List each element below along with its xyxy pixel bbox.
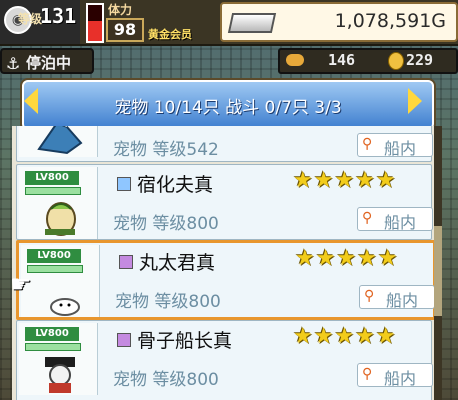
pet-name: 骨子船长真: [137, 330, 233, 352]
fish-value: 146: [328, 51, 356, 69]
fish-icon: [286, 54, 304, 66]
level-badge: LV800: [27, 249, 81, 263]
pet-card[interactable]: LV800 骨子船长真 ★★★★★ 宠物 等级800 ⚲ 船内: [16, 320, 433, 400]
magnifier-icon: ⚲: [362, 136, 373, 152]
pet-portrait: LV800: [19, 167, 98, 239]
silver-ingot-icon: [227, 13, 277, 33]
location-button[interactable]: ⚲ 船内: [357, 207, 433, 232]
pointing-hand-icon: ☛: [10, 270, 32, 298]
pet-card[interactable]: 宠物 等级542 ⚲ 船内: [16, 126, 433, 162]
next-page-arrow-icon[interactable]: [408, 88, 422, 114]
level-gauge: [25, 187, 81, 195]
pet-level-text: 宠物 等级800: [113, 370, 219, 390]
pet-portrait: LV800: [21, 245, 100, 317]
level-badge: LV800: [25, 327, 79, 341]
stamina-gauge: [86, 3, 104, 43]
pet-level-text: 宠物 等级542: [113, 140, 219, 160]
stamina-label: 体力: [108, 3, 133, 17]
gold-panel[interactable]: 1,078,591G: [220, 2, 458, 42]
coin-icon: [388, 52, 404, 70]
stamina-value: 98: [106, 18, 144, 42]
shark-creature-icon: [37, 126, 83, 155]
pet-name: 丸太君真: [139, 252, 216, 274]
pet-list[interactable]: 宠物 等级542 ⚲ 船内 LV800 宿化夫真 ★★★★★ 宠物 等级800 …: [12, 126, 436, 400]
skeleton-captain-icon: [45, 357, 75, 393]
ship-status: ⚓ 停泊中: [0, 48, 94, 74]
pet-level-text: 宠物 等级800: [113, 214, 219, 234]
rank-value: 131: [40, 4, 77, 28]
location-text: 船内: [384, 213, 417, 232]
location-button[interactable]: ⚲ 船内: [359, 285, 435, 310]
rating-stars: ★★★★★: [295, 246, 399, 271]
location-text: 船内: [384, 139, 417, 158]
seal-creature-icon: [50, 298, 80, 316]
location-button[interactable]: ⚲ 船内: [357, 363, 433, 388]
member-badge: 黄金会员: [148, 28, 192, 41]
ship-status-label: 停泊中: [26, 54, 72, 72]
pet-list-header: 宠物 10/14只 战斗 0/7只 3/3: [22, 80, 434, 130]
rating-stars: ★★★★★: [293, 168, 397, 193]
location-text: 船内: [384, 369, 417, 388]
scrollbar-thumb[interactable]: [434, 226, 442, 316]
rank-panel: ◉ 等级 131: [0, 0, 80, 44]
pet-list-title: 宠物 10/14只 战斗 0/7只 3/3: [114, 98, 342, 118]
type-icon: [117, 333, 131, 347]
prev-page-arrow-icon[interactable]: [24, 88, 38, 114]
rating-stars: ★★★★★: [293, 324, 397, 349]
hermit-crab-icon: [45, 202, 76, 236]
type-icon: [117, 177, 131, 191]
top-status-bar: ◉ 等级 131 体力 98 黄金会员 1,078,591G: [0, 0, 458, 46]
coin-value: 229: [406, 51, 434, 69]
pet-name: 宿化夫真: [137, 174, 214, 196]
magnifier-icon: ⚲: [364, 288, 375, 304]
resource-panel: 146 229: [278, 48, 458, 74]
level-gauge: [27, 265, 83, 273]
anchor-icon: ⚓: [6, 54, 21, 73]
location-button[interactable]: ⚲ 船内: [357, 133, 433, 158]
location-text: 船内: [386, 291, 419, 310]
pet-level-text: 宠物 等级800: [115, 292, 221, 312]
magnifier-icon: ⚲: [362, 210, 373, 226]
stamina-gauge-fill: [88, 21, 102, 41]
level-gauge: [25, 343, 81, 351]
scrollbar[interactable]: [434, 126, 442, 400]
pet-portrait: [19, 126, 98, 157]
gold-value: 1,078,591G: [334, 10, 446, 32]
type-icon: [119, 255, 133, 269]
magnifier-icon: ⚲: [362, 366, 373, 382]
rank-label: 等级: [18, 12, 43, 26]
pet-portrait: LV800: [19, 323, 98, 395]
level-badge: LV800: [25, 171, 79, 185]
pet-card[interactable]: LV800 宿化夫真 ★★★★★ 宠物 等级800 ⚲ 船内: [16, 164, 433, 240]
pet-card-selected[interactable]: LV800 丸太君真 ★★★★★ 宠物 等级800 ⚲ 船内: [16, 240, 436, 320]
